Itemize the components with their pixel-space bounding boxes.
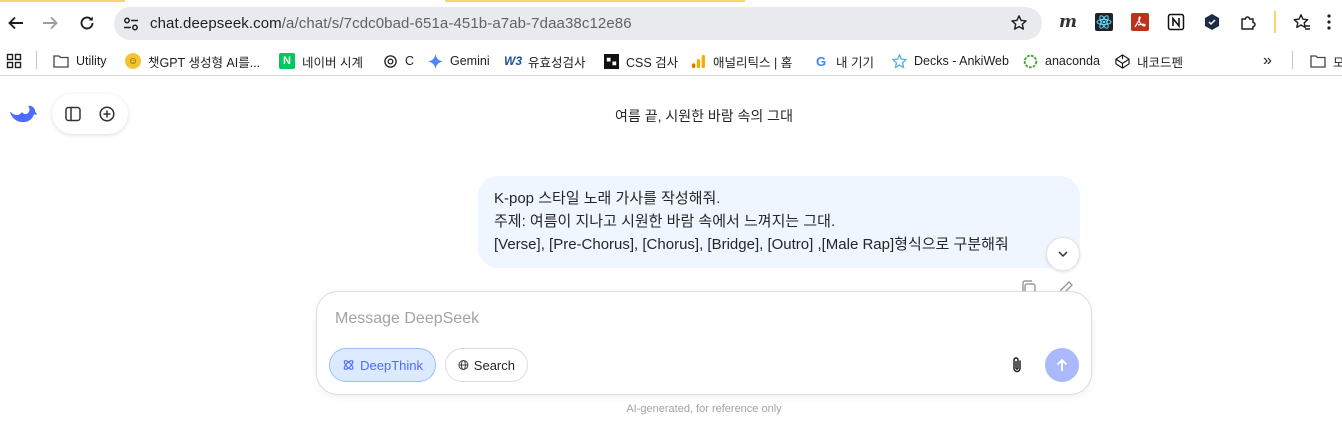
search-label: Search (473, 357, 515, 373)
chat-title: 여름 끝, 시원한 바람 속의 그대 (615, 108, 793, 124)
bookmark-naver-clock[interactable]: N 네이버 시계 (279, 52, 363, 70)
message-line: K-pop 스타일 노래 가사를 작성해줘. (494, 190, 721, 207)
notion-icon[interactable] (1166, 12, 1186, 32)
bookmark-star-icon[interactable] (1010, 14, 1028, 37)
bookmarks-divider (1292, 51, 1293, 69)
bookmark-label: 내코드펜 (1137, 55, 1184, 70)
message-input[interactable]: Message DeepSeek (335, 310, 479, 328)
forward-icon[interactable] (37, 10, 63, 36)
bookmark-label: Gemini (450, 54, 490, 68)
bookmark-label: 애널리틱스 | 홈 (713, 55, 793, 70)
more-menu-icon[interactable] (1322, 12, 1336, 32)
message-line: 주제: 여름이 지나고 시원한 바람 속에서 느껴지는 그대. (494, 213, 836, 230)
bookmark-gemini[interactable]: Gemini (427, 52, 490, 70)
bookmark-css-check[interactable]: CSS 검사 (603, 52, 678, 70)
attach-paperclip-icon[interactable] (1007, 355, 1027, 375)
scroll-to-bottom-button[interactable] (1046, 237, 1080, 271)
deepthink-toggle-button[interactable]: DeepThink (329, 348, 436, 382)
deepthink-label: DeepThink (360, 357, 423, 373)
bookmark-c[interactable]: C (382, 52, 414, 70)
url-text[interactable]: chat.deepseek.com/a/chat/s/7cdc0bad-651a… (150, 15, 632, 32)
address-bar[interactable]: chat.deepseek.com/a/chat/s/7cdc0bad-651a… (114, 7, 1042, 40)
url-host: chat.deepseek.com (150, 15, 282, 32)
message-composer[interactable]: Message DeepSeek DeepThink Search (316, 291, 1092, 395)
bookmark-label: C (405, 54, 415, 68)
folder-icon (53, 53, 69, 69)
deepseek-chat-app: 여름 끝, 시원한 바람 속의 그대 K-pop 스타일 노래 가사를 작성해줘… (0, 77, 1342, 424)
bookmark-folder-trailing[interactable]: 모 (1310, 52, 1342, 70)
site-settings-icon[interactable] (122, 15, 140, 38)
bookmark-label: CSS 검사 (626, 55, 679, 70)
bookmark-ankiweb[interactable]: Decks - AnkiWeb (891, 52, 1009, 70)
bookmarks-bar: Utility ☺ 챗GPT 생성형 AI를... N 네이버 시계 C Gem… (0, 46, 1342, 76)
reload-icon[interactable] (74, 10, 100, 36)
tab-strip-accent (0, 0, 125, 2)
bookmark-utility[interactable]: Utility (53, 52, 107, 70)
folder-icon (1310, 53, 1326, 69)
send-button[interactable] (1045, 348, 1079, 382)
bookmark-analytics[interactable]: 애널리틱스 | 홈 (690, 52, 792, 70)
smiley-icon: ☺ (125, 53, 141, 69)
toolbar-divider (1274, 11, 1276, 33)
codepen-icon (1114, 53, 1130, 69)
globe-icon (458, 360, 469, 370)
bookmark-label: 챗GPT 생성형 AI를... (148, 55, 261, 70)
bookmark-label: 유효성검사 (528, 55, 586, 70)
browser-toolbar: chat.deepseek.com/a/chat/s/7cdc0bad-651a… (0, 0, 1342, 46)
tab-strip-accent (445, 0, 745, 2)
arrow-up-icon (1056, 358, 1068, 371)
bookmarks-overflow-button[interactable]: » (1263, 52, 1272, 70)
bookmarks-divider (36, 51, 37, 69)
naver-icon: N (279, 53, 295, 69)
bookmark-label: Decks - AnkiWeb (914, 54, 1009, 68)
bookmark-label: 네이버 시계 (302, 55, 363, 70)
bookmark-label: 모 (1333, 55, 1342, 70)
apps-grid-icon[interactable] (6, 52, 22, 70)
w3c-icon: W3 (504, 54, 522, 68)
reading-list-star-icon[interactable] (1292, 12, 1312, 32)
extensions-puzzle-icon[interactable] (1238, 12, 1258, 32)
message-line: [Verse], [Pre-Chorus], [Chorus], [Bridge… (494, 236, 1009, 253)
gemini-icon (427, 53, 443, 69)
atom-icon (343, 360, 354, 370)
openai-icon (382, 53, 398, 69)
search-toggle-button[interactable]: Search (445, 348, 528, 382)
google-icon: G (815, 53, 827, 69)
bookmark-label: 내 기기 (836, 55, 874, 70)
user-message-bubble: K-pop 스타일 노래 가사를 작성해줘. 주제: 여름이 지나고 시원한 바… (478, 176, 1080, 268)
bookmark-chatgpt-book[interactable]: ☺ 챗GPT 생성형 AI를... (125, 52, 260, 70)
bookmark-label: Utility (76, 54, 107, 68)
hexagon-extension-icon[interactable] (1202, 12, 1222, 32)
css-icon (603, 53, 619, 69)
ai-disclaimer: AI-generated, for reference only (626, 403, 782, 415)
pdf-icon[interactable] (1130, 12, 1150, 32)
react-devtools-icon[interactable] (1094, 12, 1114, 32)
bookmark-w3c-validator[interactable]: W3 유효성검사 (504, 52, 586, 70)
back-icon[interactable] (3, 10, 29, 36)
anaconda-icon (1022, 53, 1038, 69)
bookmark-my-device[interactable]: G 내 기기 (813, 52, 874, 70)
chevron-down-icon (1058, 251, 1068, 258)
m-extension-icon[interactable]: m (1058, 12, 1078, 32)
anki-icon (891, 53, 907, 69)
bookmark-anaconda[interactable]: anaconda (1022, 52, 1100, 70)
url-path: /a/chat/s/7cdc0bad-651a-451b-a7ab-7daa38… (281, 15, 632, 32)
analytics-icon (690, 53, 706, 69)
bookmark-label: anaconda (1045, 54, 1100, 68)
bookmark-codepen[interactable]: 내코드펜 (1114, 52, 1183, 70)
